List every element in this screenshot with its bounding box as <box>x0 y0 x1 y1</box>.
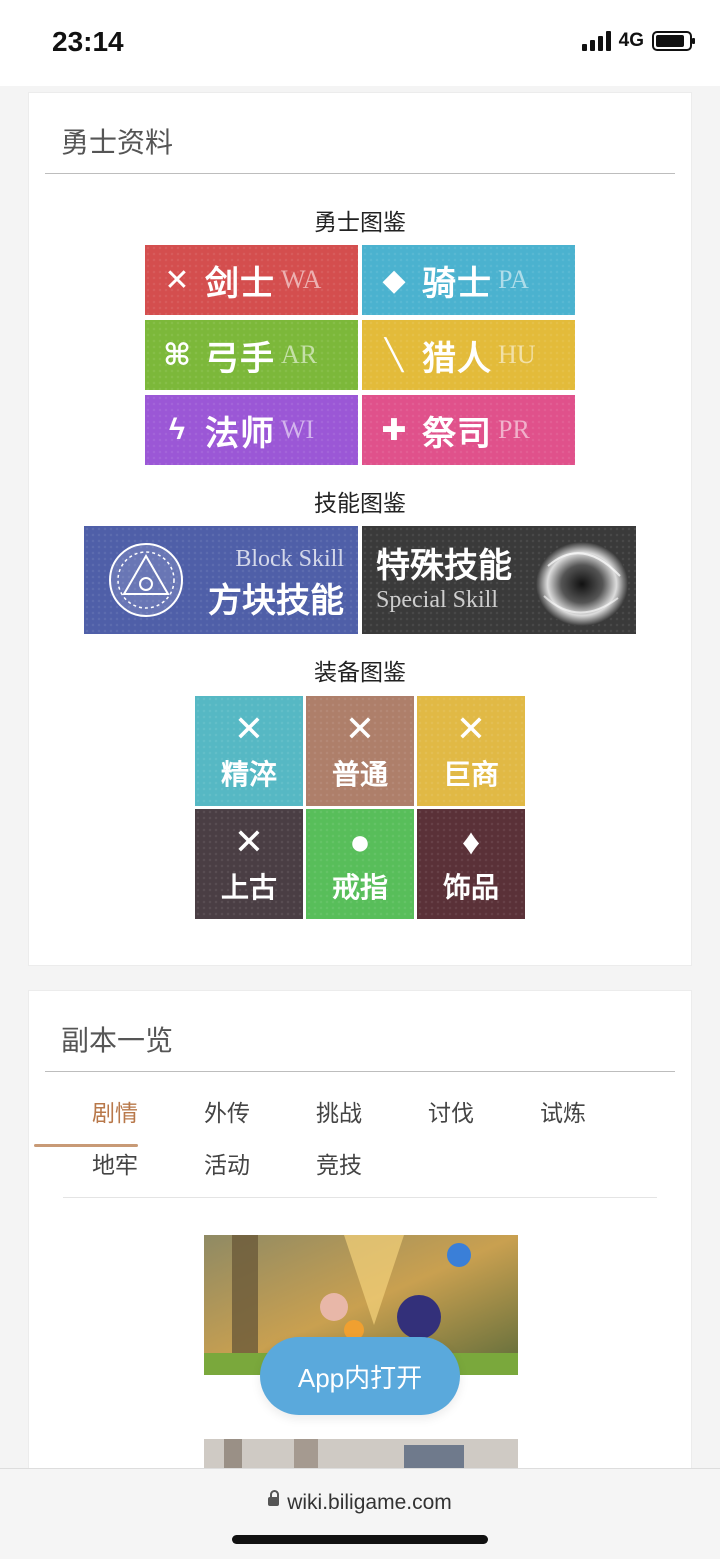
active-tab-indicator <box>34 1144 138 1147</box>
url-text: wiki.biligame.com <box>287 1491 452 1514</box>
special-skill-cn: 特殊技能 <box>376 546 512 586</box>
dungeon-card-title: 副本一览 <box>61 1025 174 1056</box>
lock-icon <box>268 1489 280 1506</box>
hero-name: 骑士 <box>422 263 492 304</box>
hero-tile-hunter[interactable]: ╲ 猎人 HU <box>362 320 575 390</box>
hero-name: 剑士 <box>205 263 275 304</box>
sword-icon: ✕ <box>164 263 190 297</box>
hero-card-title: 勇士资料 <box>61 127 174 158</box>
battery-icon <box>652 31 695 51</box>
tab-dungeon[interactable]: 地牢 <box>63 1143 167 1187</box>
vortex-icon <box>536 542 628 626</box>
status-indicators: 4G <box>581 30 695 52</box>
open-in-app-button[interactable]: App内打开 <box>260 1337 460 1415</box>
hero-tile-wizard[interactable]: ϟ 法师 WI <box>145 395 358 465</box>
hero-tile-archer[interactable]: ⌘ 弓手 AR <box>145 320 358 390</box>
heroes-label: 勇士图鉴 <box>314 209 406 235</box>
equip-tile-accessory[interactable]: ♦ 饰品 <box>417 809 525 919</box>
status-bar: 23:14 4G <box>0 0 720 86</box>
equip-tile-merchant[interactable]: ✕ 巨商 <box>417 696 525 806</box>
sword-icon: ✕ <box>455 708 487 749</box>
hero-code: AR <box>281 340 318 369</box>
bow-icon: ⌘ <box>163 338 191 372</box>
block-skill-cn: 方块技能 <box>208 581 344 621</box>
shield-icon: ◆ <box>382 263 406 297</box>
hero-code: WI <box>281 415 315 444</box>
equip-tile-refined[interactable]: ✕ 精淬 <box>195 696 303 806</box>
special-skill-en: Special Skill <box>376 587 498 613</box>
sword-icon: ✕ <box>233 708 265 749</box>
stage-banner-image-2[interactable] <box>204 1439 518 1469</box>
hero-tile-paladin[interactable]: ◆ 骑士 PA <box>362 245 575 315</box>
staff-icon: ϟ <box>169 413 185 446</box>
equipment-label: 装备图鉴 <box>314 659 406 685</box>
ring-icon: ● <box>349 821 371 862</box>
network-label: 4G <box>618 30 644 51</box>
sword-icon: ✕ <box>344 708 376 749</box>
magic-circle-icon <box>109 543 183 617</box>
equip-tile-ring[interactable]: ● 戒指 <box>306 809 414 919</box>
url-display[interactable]: wiki.biligame.com <box>0 1489 720 1515</box>
signal-icon <box>581 31 611 51</box>
tab-raid[interactable]: 讨伐 <box>399 1091 503 1135</box>
tab-side-story[interactable]: 外传 <box>175 1091 279 1135</box>
hero-name: 祭司 <box>422 413 492 454</box>
equip-name: 戒指 <box>331 871 388 904</box>
skills-label: 技能图鉴 <box>314 490 406 516</box>
hero-tile-priest[interactable]: ✚ 祭司 PR <box>362 395 575 465</box>
home-indicator[interactable] <box>232 1535 488 1544</box>
equip-tile-ancient[interactable]: ✕ 上古 <box>195 809 303 919</box>
dungeon-card: 副本一览 剧情 外传 挑战 讨伐 试炼 地牢 活动 竞技 <box>28 990 692 1490</box>
hero-data-card: 勇士资料 勇士图鉴 ✕ 剑士 WA ◆ 骑士 PA ⌘ 弓手 AR ╲ 猎人 H… <box>28 92 692 966</box>
tab-trial[interactable]: 试炼 <box>511 1091 615 1135</box>
equip-name: 饰品 <box>442 871 499 904</box>
equip-name: 普通 <box>331 758 388 791</box>
tab-story[interactable]: 剧情 <box>63 1091 167 1135</box>
equip-name: 巨商 <box>442 758 499 791</box>
hero-name: 猎人 <box>422 338 492 379</box>
tab-challenge[interactable]: 挑战 <box>287 1091 391 1135</box>
hero-code: HU <box>498 340 536 369</box>
hero-name: 法师 <box>205 413 275 454</box>
divider <box>45 173 675 174</box>
equip-name: 上古 <box>220 871 277 904</box>
status-time: 23:14 <box>52 26 124 57</box>
block-skill-en: Block Skill <box>235 546 344 572</box>
equip-tile-normal[interactable]: ✕ 普通 <box>306 696 414 806</box>
tabs-divider <box>63 1197 657 1198</box>
block-skill-tile[interactable]: Block Skill 方块技能 <box>84 526 358 634</box>
hero-tile-swordsman[interactable]: ✕ 剑士 WA <box>145 245 358 315</box>
tab-arena[interactable]: 竞技 <box>287 1143 391 1187</box>
spear-icon: ╲ <box>384 338 404 372</box>
browser-address-bar[interactable]: wiki.biligame.com <box>0 1468 720 1559</box>
hero-code: PR <box>498 415 530 444</box>
tab-event[interactable]: 活动 <box>175 1143 279 1187</box>
amulet-icon: ♦ <box>461 821 481 862</box>
equip-name: 精淬 <box>220 758 277 791</box>
dungeon-tabs: 剧情 外传 挑战 讨伐 试炼 地牢 活动 竞技 <box>63 1091 663 1201</box>
sword-icon: ✕ <box>233 821 265 862</box>
hero-name: 弓手 <box>205 338 275 379</box>
special-skill-tile[interactable]: 特殊技能 Special Skill <box>362 526 636 634</box>
cross-icon: ✚ <box>381 413 407 447</box>
hero-code: PA <box>498 265 529 294</box>
hero-code: WA <box>281 265 322 294</box>
divider <box>45 1071 675 1072</box>
